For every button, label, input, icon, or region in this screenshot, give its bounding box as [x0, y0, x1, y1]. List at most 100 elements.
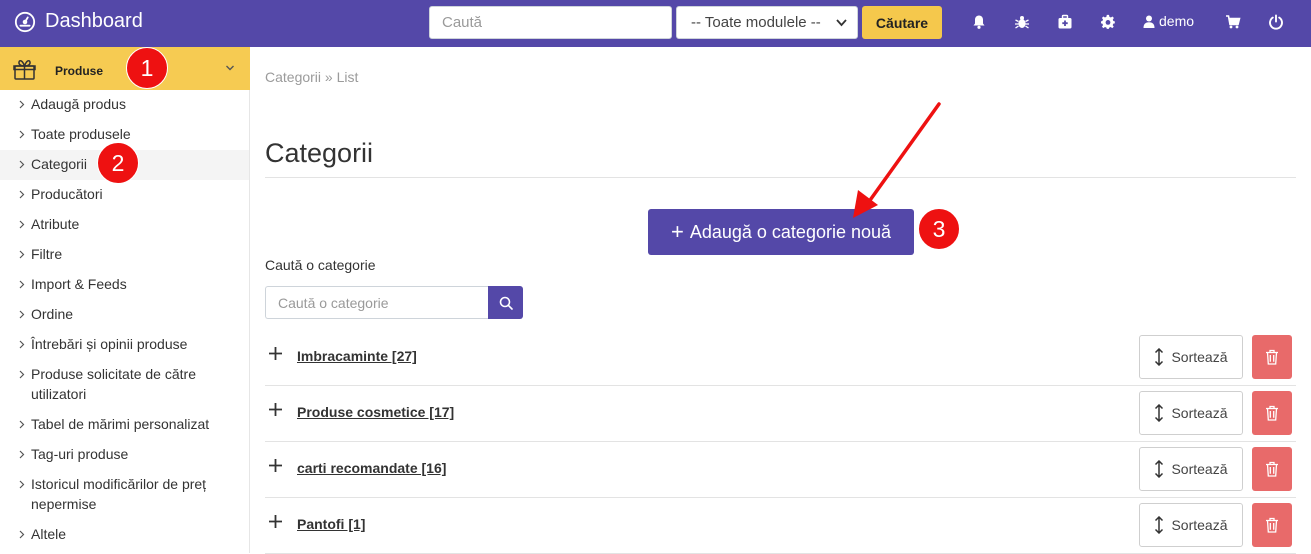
category-link[interactable]: Imbracaminte [27] [297, 348, 417, 364]
sidebar-item-tag-uri[interactable]: Tag-uri produse [0, 444, 249, 464]
add-category-label: Adaugă o categorie nouă [689, 221, 892, 242]
sidebar-item-label: Filtre [31, 246, 63, 262]
chevron-right-icon [19, 100, 25, 109]
sidebar-item-intrebari-opinii[interactable]: Întrebări și opinii produse [0, 334, 249, 354]
sidebar-item-label: Ordine [31, 306, 74, 322]
trash-icon [1266, 349, 1278, 365]
sidebar-item-altele[interactable]: Altele [0, 524, 249, 544]
plus-icon[interactable] [268, 514, 283, 529]
step-badge-2: 2 [97, 142, 139, 184]
sidebar-item-label: Atribute [31, 216, 80, 232]
module-select[interactable]: -- Toate modulele -- [676, 6, 858, 39]
sidebar-item-producatori[interactable]: Producători [0, 184, 249, 204]
plus-icon[interactable] [268, 346, 283, 361]
brand[interactable]: Dashboard [14, 10, 143, 33]
trash-icon [1266, 461, 1278, 477]
chevron-right-icon [19, 480, 25, 489]
sort-button[interactable]: Sortează [1139, 503, 1243, 547]
chevron-right-icon [19, 220, 25, 229]
gear-icon[interactable] [1100, 14, 1116, 30]
chevron-right-icon [19, 370, 25, 379]
sidebar-item-label: Întrebări și opinii produse [31, 336, 188, 352]
category-row: Pantofi [1] Sortează [265, 498, 1296, 554]
chevron-right-icon [19, 420, 25, 429]
gift-icon [13, 59, 36, 80]
plus-icon[interactable] [268, 458, 283, 473]
sort-label: Sortează [1171, 349, 1228, 365]
sidebar-item-label: Altele [31, 526, 67, 542]
sort-label: Sortează [1171, 405, 1228, 421]
sort-icon [1155, 348, 1164, 366]
category-row: Imbracaminte [27] Sortează [265, 330, 1296, 386]
user-name: demo [1159, 13, 1195, 29]
sidebar-item-label: Categorii [31, 156, 88, 172]
category-search-button[interactable] [488, 286, 523, 319]
dashboard-icon [14, 11, 36, 32]
category-search-input[interactable] [265, 286, 489, 319]
sidebar-item-toate-produsele[interactable]: Toate produsele [0, 124, 249, 144]
chevron-right-icon [19, 450, 25, 459]
delete-button[interactable] [1252, 335, 1292, 379]
category-link[interactable]: carti recomandate [16] [297, 460, 446, 476]
plus-icon[interactable] [268, 402, 283, 417]
global-search-button[interactable]: Căutare [862, 6, 942, 39]
chevron-right-icon [19, 340, 25, 349]
plus-icon: + [670, 219, 684, 244]
sidebar-item-label: Tabel de mărimi personalizat [31, 416, 210, 432]
chevron-down-icon [226, 65, 234, 71]
chevron-right-icon [19, 250, 25, 259]
user-menu[interactable]: demo [1143, 13, 1194, 29]
category-link[interactable]: Produse cosmetice [17] [297, 404, 454, 420]
delete-button[interactable] [1252, 447, 1292, 491]
sidebar-item-label-line2: nepermise [31, 496, 97, 512]
sidebar-item-import-feeds[interactable]: Import & Feeds [0, 274, 249, 294]
bug-icon[interactable] [1014, 14, 1030, 30]
chevron-right-icon [19, 310, 25, 319]
search-icon [499, 296, 513, 310]
medkit-icon[interactable] [1057, 14, 1073, 30]
sidebar-section-label: Produse [55, 64, 104, 78]
top-navbar: Dashboard -- Toate modulele -- Căutare d… [0, 0, 1311, 47]
main-content: Categorii » List Categorii + Adaugă o ca… [250, 47, 1311, 554]
sidebar-item-ordine[interactable]: Ordine [0, 304, 249, 324]
sort-button[interactable]: Sortează [1139, 391, 1243, 435]
sidebar-item-filtre[interactable]: Filtre [0, 244, 249, 264]
arrow-annotation-icon [853, 102, 941, 218]
chevron-right-icon [19, 130, 25, 139]
category-link[interactable]: Pantofi [1] [297, 516, 365, 532]
sidebar-item-label: Istoricul modificărilor de preț [31, 476, 207, 492]
chevron-right-icon [19, 280, 25, 289]
sort-icon [1155, 404, 1164, 422]
title-divider [265, 177, 1296, 178]
sidebar-item-label: Adaugă produs [31, 96, 126, 112]
sort-button[interactable]: Sortează [1139, 335, 1243, 379]
delete-button[interactable] [1252, 503, 1292, 547]
sidebar-item-label: Tag-uri produse [31, 446, 129, 462]
step-badge-1: 1 [126, 47, 168, 89]
global-search-input[interactable] [429, 6, 672, 39]
chevron-right-icon [19, 190, 25, 199]
user-icon [1143, 15, 1155, 28]
bell-icon[interactable] [971, 14, 987, 30]
brand-title: Dashboard [45, 10, 143, 32]
cart-icon[interactable] [1225, 14, 1241, 30]
sort-button[interactable]: Sortează [1139, 447, 1243, 491]
trash-icon [1266, 405, 1278, 421]
sidebar-item-istoric-preturi[interactable]: Istoricul modificărilor de preț nepermis… [0, 474, 249, 514]
sidebar: Produse Adaugă produs Toate produsele Ca… [0, 47, 250, 553]
category-search-label: Caută o categorie [265, 257, 376, 273]
sidebar-item-atribute[interactable]: Atribute [0, 214, 249, 234]
sidebar-item-label: Producători [31, 186, 103, 202]
power-icon[interactable] [1268, 14, 1284, 30]
sidebar-section-produse[interactable]: Produse [0, 47, 250, 90]
sidebar-item-produse-solicitate[interactable]: Produse solicitate de către utilizatori [0, 364, 249, 404]
sort-icon [1155, 516, 1164, 534]
sidebar-item-adauga-produs[interactable]: Adaugă produs [0, 94, 249, 114]
sidebar-item-label: Toate produsele [31, 126, 131, 142]
delete-button[interactable] [1252, 391, 1292, 435]
sidebar-item-label: Import & Feeds [31, 276, 127, 292]
category-row: Produse cosmetice [17] Sortează [265, 386, 1296, 442]
sidebar-item-tabel-marimi[interactable]: Tabel de mărimi personalizat [0, 414, 249, 434]
sort-label: Sortează [1171, 517, 1228, 533]
category-row: carti recomandate [16] Sortează [265, 442, 1296, 498]
